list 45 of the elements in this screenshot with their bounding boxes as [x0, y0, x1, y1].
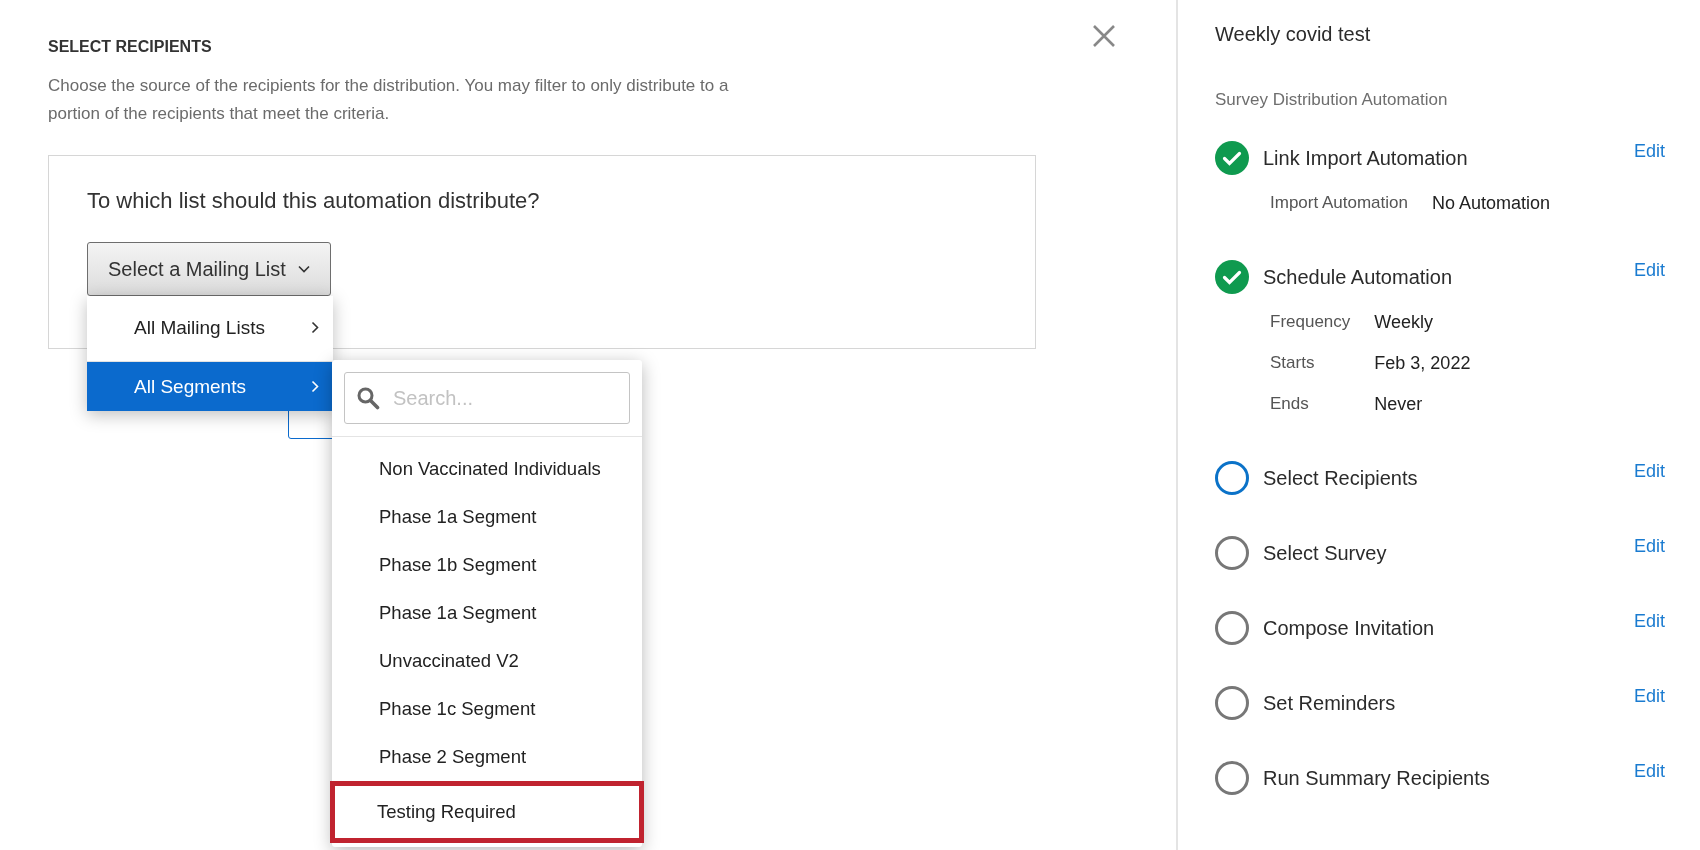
segment-item[interactable]: Phase 2 Segment	[332, 733, 642, 781]
segment-item[interactable]: Non Vaccinated Individuals	[332, 445, 642, 493]
detail-label: Ends	[1270, 394, 1310, 415]
edit-link[interactable]: Edit	[1633, 761, 1665, 782]
question-text: To which list should this automation distribute?	[87, 188, 541, 214]
automation-title: Weekly covid test	[1215, 23, 1372, 46]
detail-value: Never	[1374, 394, 1424, 415]
segment-item[interactable]: Phase 1c Segment	[332, 685, 642, 733]
segment-item[interactable]: Phase 1a Segment	[332, 493, 642, 541]
step-title: Run Summary Recipients	[1263, 766, 1491, 790]
chevron-right-icon	[311, 321, 319, 334]
chevron-right-icon	[311, 380, 319, 393]
description-text: Choose the source of the recipients for the distribution. You may filter to only distribute to a portion of the recipients that meet the criteria.	[48, 75, 730, 125]
detail-value: Weekly	[1374, 312, 1434, 333]
detail-value: No Automation	[1431, 193, 1552, 214]
segment-item[interactable]: Phase 1b Segment	[332, 541, 642, 589]
edit-link[interactable]: Edit	[1633, 461, 1665, 482]
segment-item[interactable]: Unvaccinated V2	[332, 637, 642, 685]
step-title: Schedule Automation	[1263, 265, 1454, 289]
chevron-down-icon	[297, 265, 310, 273]
search-icon	[356, 386, 380, 410]
edit-link[interactable]: Edit	[1633, 141, 1665, 162]
step-title: Select Recipients	[1263, 466, 1419, 490]
edit-link[interactable]: Edit	[1633, 611, 1665, 632]
step-title: Compose Invitation	[1263, 616, 1436, 640]
step-title: Link Import Automation	[1263, 146, 1469, 170]
section-heading: SELECT RECIPIENTS	[48, 38, 212, 56]
automation-subtitle: Survey Distribution Automation	[1215, 90, 1449, 110]
step-title: Set Reminders	[1263, 691, 1397, 715]
menu-item-label: All Mailing Lists	[134, 316, 265, 339]
detail-label: Frequency	[1270, 312, 1351, 333]
menu-item[interactable]: All Segments	[87, 361, 333, 411]
detail-value: Feb 3, 2022	[1374, 353, 1472, 374]
edit-link[interactable]: Edit	[1633, 260, 1665, 281]
search-field[interactable]: Search...	[344, 372, 630, 424]
step-title: Select Survey	[1263, 541, 1388, 565]
segment-item[interactable]: Phase 1a Segment	[332, 589, 642, 637]
detail-label: Import Automation	[1270, 193, 1408, 214]
detail-label: Starts	[1270, 353, 1316, 374]
edit-link[interactable]: Edit	[1633, 686, 1665, 707]
edit-link[interactable]: Edit	[1633, 536, 1665, 557]
menu-item-label: All Segments	[134, 375, 246, 398]
mailing-list-dropdown[interactable]: Select a Mailing List	[87, 242, 331, 296]
segment-item[interactable]: Testing Required	[330, 781, 644, 843]
menu-item[interactable]: All Mailing Lists	[87, 296, 333, 359]
